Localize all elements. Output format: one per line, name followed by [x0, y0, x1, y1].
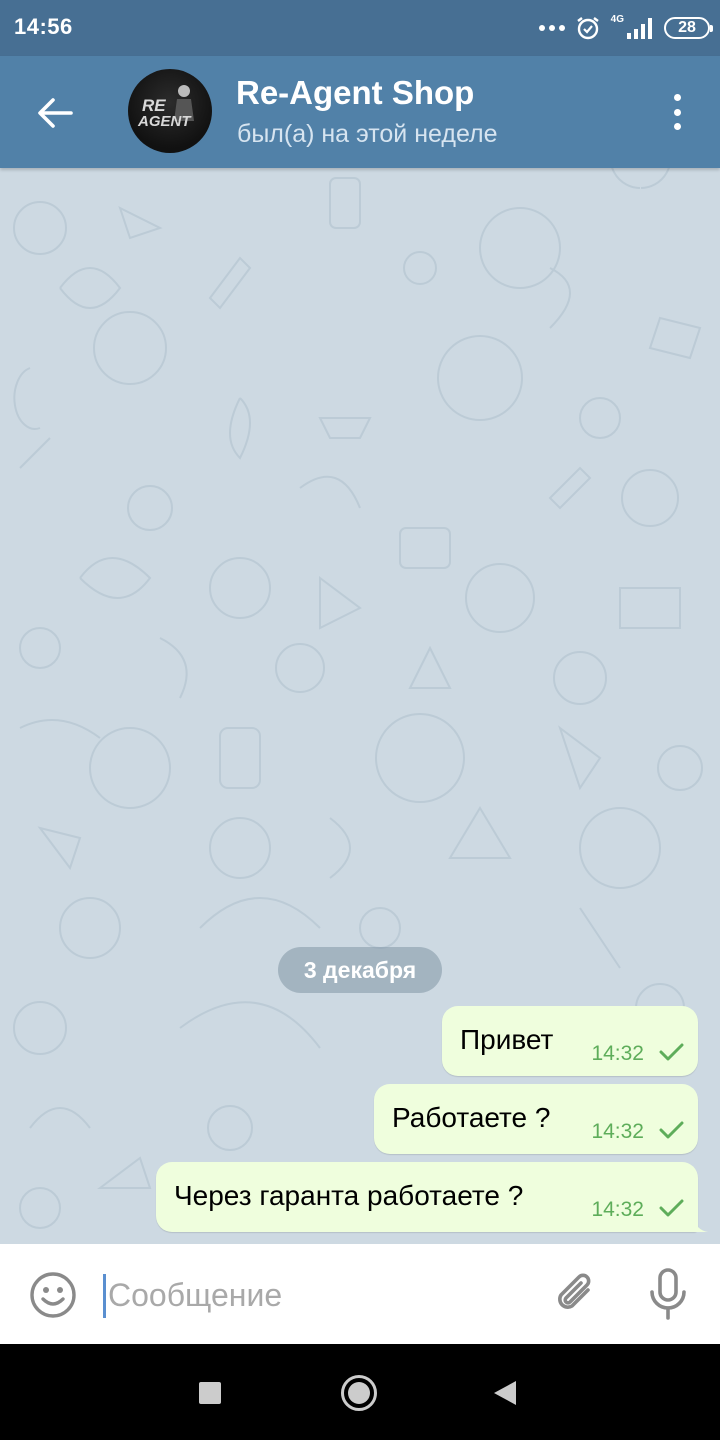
- status-bar: 14:56 4G 28: [0, 0, 720, 56]
- system-back-icon[interactable]: [494, 1381, 516, 1405]
- avatar-logo-icon: RE AGENT: [137, 85, 194, 130]
- message-text: Через гаранта работаете ?: [174, 1180, 524, 1211]
- message-time: 14:32: [591, 1120, 644, 1143]
- back-button[interactable]: [24, 82, 86, 144]
- alarm-icon: [576, 17, 599, 40]
- chat-area[interactable]: 3 декабря Привет 14:32 Работаете ? 14:32…: [0, 168, 720, 1244]
- system-navigation-bar: [0, 1344, 720, 1440]
- message-input-bar: [0, 1244, 720, 1344]
- battery-icon: 28: [664, 17, 713, 39]
- chat-title[interactable]: Re-Agent Shop: [236, 74, 474, 112]
- more-vertical-icon: [673, 94, 681, 101]
- message-bubble[interactable]: Привет 14:32: [442, 1006, 698, 1076]
- text-cursor: [103, 1274, 106, 1318]
- status-time: 14:56: [14, 14, 73, 39]
- avatar[interactable]: RE AGENT: [128, 69, 212, 153]
- arrow-left-icon: [38, 98, 73, 128]
- message-bubble[interactable]: Через гаранта работаете ? 14:32: [156, 1162, 708, 1232]
- message-time: 14:32: [591, 1198, 644, 1221]
- message-input[interactable]: [108, 1270, 528, 1320]
- message-text: Привет: [460, 1024, 554, 1055]
- bubble-tail: [694, 1218, 708, 1232]
- message-text: Работаете ?: [392, 1102, 551, 1133]
- check-icon: [659, 1043, 684, 1061]
- svg-text:AGENT: AGENT: [137, 113, 192, 130]
- message-time: 14:32: [591, 1042, 644, 1065]
- status-icons: 4G 28: [538, 12, 713, 44]
- more-menu-button[interactable]: [662, 90, 692, 134]
- date-separator: 3 декабря: [278, 947, 442, 993]
- emoji-icon[interactable]: [28, 1270, 78, 1320]
- check-icon: [659, 1121, 684, 1139]
- more-notifications-icon: [538, 25, 565, 31]
- home-icon[interactable]: [341, 1375, 377, 1411]
- microphone-icon[interactable]: [644, 1266, 692, 1322]
- check-icon: [659, 1199, 684, 1217]
- chat-background-pattern: [13, 168, 703, 1229]
- message-bubble[interactable]: Работаете ? 14:32: [374, 1084, 698, 1154]
- paperclip-icon[interactable]: [550, 1268, 602, 1320]
- last-seen-status: был(а) на этой неделе: [237, 120, 498, 148]
- recent-apps-icon[interactable]: [199, 1382, 221, 1404]
- network-type: 4G: [610, 14, 624, 25]
- chat-header: RE AGENT Re-Agent Shop был(а) на этой не…: [0, 56, 720, 168]
- signal-icon: [627, 18, 652, 39]
